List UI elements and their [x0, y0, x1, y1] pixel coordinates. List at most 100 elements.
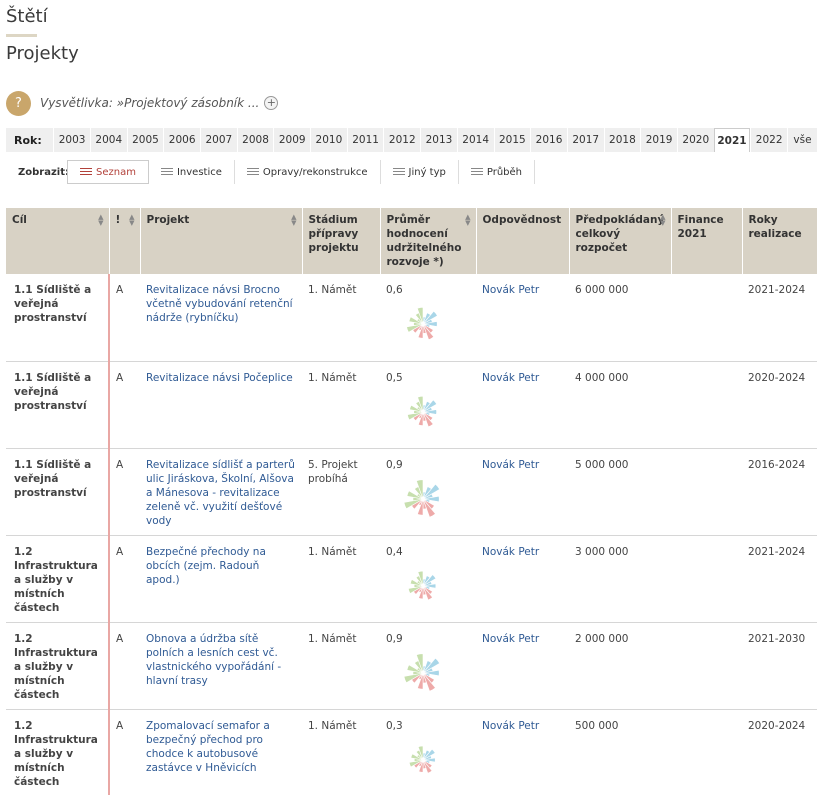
project-link[interactable]: Revitalizace návsi Brocno včetně vybudov… — [146, 284, 293, 324]
column-header[interactable]: Průměr hodnocení udržitelného rozvoje *)… — [379, 208, 476, 274]
column-header[interactable]: Projekt ▲ ▼ — [139, 208, 302, 274]
finance-cell — [671, 709, 742, 795]
project-link[interactable]: Bezpečné přechody na obcích (zejm. Radou… — [146, 546, 266, 586]
year-tab[interactable]: 2004 — [89, 128, 127, 152]
sustainability-rose-icon — [408, 745, 436, 774]
city-name: Štětí — [6, 6, 48, 27]
sustainability-rose-icon — [403, 652, 441, 692]
score-cell: 0,6 — [380, 274, 476, 362]
year-tab[interactable]: 2008 — [236, 128, 274, 152]
view-option-button[interactable]: Jiný typ — [381, 160, 459, 184]
owner-link[interactable]: Novák Petr — [482, 633, 539, 645]
view-option-label: Jiný typ — [408, 166, 446, 178]
year-tab[interactable]: 2022 — [750, 128, 787, 152]
year-tab[interactable]: 2016 — [530, 128, 567, 152]
goal-cell: 1.2 Infrastruktura a služby v místních č… — [6, 622, 110, 710]
page-title: Projekty — [6, 43, 79, 64]
legend-text: Vysvětlivka: »Projektový zásobník ... — [40, 96, 260, 110]
view-option-label: Průběh — [486, 166, 523, 178]
view-option-button[interactable]: Průběh — [459, 160, 536, 184]
score-cell: 0,3 — [380, 709, 476, 795]
years-cell: 2020-2024 — [742, 361, 817, 449]
finance-cell — [671, 361, 742, 449]
owner-link[interactable]: Novák Petr — [482, 459, 539, 471]
sort-icon[interactable]: ▲ ▼ — [98, 214, 103, 227]
year-tab[interactable]: vše — [787, 128, 817, 152]
table-header-row: Cíl ▲ ▼! ▲ ▼ Projekt ▲ ▼ Stádium přípravy projek… — [6, 208, 817, 274]
owner-link[interactable]: Novák Petr — [482, 546, 539, 558]
project-link[interactable]: Zpomalovací semafor a bezpečný přechod p… — [146, 720, 270, 774]
help-icon[interactable]: ? — [6, 90, 31, 116]
owner-cell: Novák Petr — [476, 709, 569, 795]
goal-cell: 1.1 Sídliště a veřejná prostranství — [6, 361, 110, 449]
year-tab[interactable]: 2006 — [163, 128, 200, 152]
sort-icon[interactable]: ▲ ▼ — [129, 214, 134, 227]
project-link[interactable]: Revitalizace návsi Počeplice — [146, 372, 293, 384]
owner-link[interactable]: Novák Petr — [482, 720, 539, 732]
view-option-button[interactable]: Opravy/rekonstrukce — [235, 160, 381, 184]
year-tab[interactable]: 2010 — [310, 128, 347, 152]
priority-cell: A — [109, 622, 140, 710]
sort-icon[interactable]: ▲ ▼ — [660, 214, 665, 227]
year-tab[interactable]: 2012 — [383, 128, 420, 152]
view-option-button[interactable]: Seznam — [67, 160, 149, 184]
table-row: 1.2 Infrastruktura a služby v místních č… — [6, 709, 817, 795]
owner-cell: Novák Petr — [476, 361, 569, 449]
year-tab[interactable]: 2009 — [273, 128, 310, 152]
column-header[interactable]: Odpovědnost — [475, 208, 569, 274]
view-label: Zobrazit: — [18, 166, 69, 178]
owner-link[interactable]: Novák Petr — [482, 284, 539, 296]
year-tab[interactable]: 2019 — [640, 128, 677, 152]
stage-cell: 5. Projekt probíhá — [302, 448, 380, 536]
budget-cell: 2 000 000 — [569, 622, 671, 710]
list-icon — [80, 167, 92, 177]
view-option-button[interactable]: Investice — [149, 160, 235, 184]
sort-icon[interactable]: ▲ ▼ — [291, 214, 296, 227]
column-header-label: Finance 2021 — [677, 214, 724, 240]
column-header[interactable]: ! ▲ ▼ — [108, 208, 140, 274]
project-link[interactable]: Revitalizace sídlišť a parterů ulic Jirá… — [146, 459, 295, 527]
column-header[interactable]: Roky realizace — [741, 208, 817, 274]
year-tab[interactable]: 2005 — [126, 128, 164, 152]
owner-link[interactable]: Novák Petr — [482, 372, 539, 384]
goal-cell: 1.2 Infrastruktura a služby v místních č… — [6, 535, 110, 623]
projects-table: Cíl ▲ ▼! ▲ ▼ Projekt ▲ ▼ Stádium přípravy projek… — [6, 208, 817, 795]
column-header[interactable]: Finance 2021 — [670, 208, 742, 274]
stage-cell: 1. Námět — [302, 361, 380, 449]
column-header[interactable]: Předpokládaný celkový rozpočet ▲ ▼ — [568, 208, 671, 274]
column-header[interactable]: Cíl ▲ ▼ — [6, 208, 109, 274]
column-header[interactable]: Stádium přípravy projektu — [301, 208, 380, 274]
year-tab[interactable]: 2014 — [456, 128, 494, 152]
view-option-label: Investice — [176, 166, 222, 178]
sustainability-rose-icon — [407, 570, 437, 600]
column-header-label: ! — [115, 214, 121, 226]
project-cell: Zpomalovací semafor a bezpečný přechod p… — [140, 709, 302, 795]
legend-row[interactable]: ? Vysvětlivka: »Projektový zásobník ... … — [6, 90, 279, 116]
goal-cell: 1.2 Infrastruktura a služby v místních č… — [6, 709, 110, 795]
score-cell: 0,5 — [380, 361, 476, 449]
project-cell: Revitalizace návsi Brocno včetně vybudov… — [140, 274, 302, 362]
years-cell: 2021-2024 — [742, 274, 817, 362]
score-value: 0,9 — [386, 632, 403, 645]
expand-icon[interactable]: + — [264, 96, 279, 110]
score-value: 0,6 — [386, 284, 403, 296]
score-value: 0,3 — [386, 719, 403, 732]
year-tab[interactable]: 2020 — [676, 128, 714, 152]
year-tab[interactable]: 2011 — [346, 128, 384, 152]
priority-cell: A — [109, 709, 140, 795]
budget-cell: 3 000 000 — [569, 535, 671, 623]
year-tab[interactable]: 2021 — [713, 128, 751, 152]
sort-icon[interactable]: ▲ ▼ — [465, 214, 470, 227]
year-tab[interactable]: 2007 — [200, 128, 237, 152]
priority-cell: A — [109, 274, 140, 362]
years-cell: 2021-2024 — [742, 535, 817, 623]
year-tab[interactable]: 2017 — [566, 128, 604, 152]
year-tab[interactable]: 2018 — [603, 128, 641, 152]
project-link[interactable]: Obnova a údržba sítě polních a lesních c… — [146, 633, 281, 687]
finance-cell — [671, 448, 742, 536]
year-tab[interactable]: 2015 — [493, 128, 531, 152]
view-selector: Zobrazit: Seznam Investice Opravy/rekonstr… — [6, 160, 536, 184]
years-cell: 2021-2030 — [742, 622, 817, 710]
year-tab[interactable]: 2013 — [420, 128, 457, 152]
year-tab[interactable]: 2003 — [53, 128, 90, 152]
